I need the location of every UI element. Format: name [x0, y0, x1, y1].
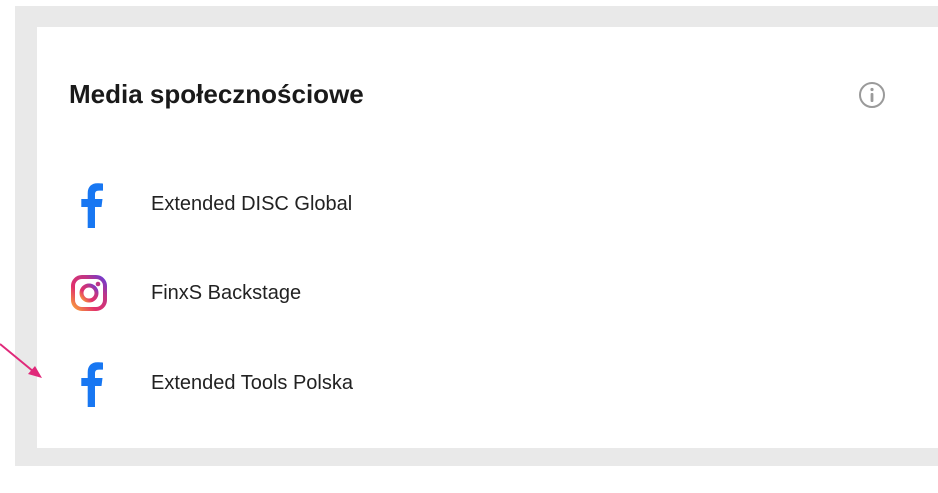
facebook-icon — [81, 183, 103, 228]
facebook-icon — [81, 362, 103, 407]
annotation-arrow — [0, 343, 42, 378]
info-icon[interactable] — [858, 81, 886, 109]
social-link-label: FinxS Backstage — [151, 282, 302, 304]
social-link-extended-tools-polska[interactable]: Extended Tools Polska — [67, 357, 487, 409]
instagram-icon — [71, 275, 107, 311]
social-link-label: Extended Tools Polska — [151, 372, 353, 394]
social-link-finxs-backstage[interactable]: FinxS Backstage — [67, 267, 487, 319]
social-media-card: Media społecznościowe Extended DISC Glob… — [37, 27, 938, 448]
social-link-label: Extended DISC Global — [151, 193, 353, 215]
social-link-extended-disc-global[interactable]: Extended DISC Global — [67, 178, 487, 230]
panel-title: Media społecznościowe — [69, 79, 364, 109]
